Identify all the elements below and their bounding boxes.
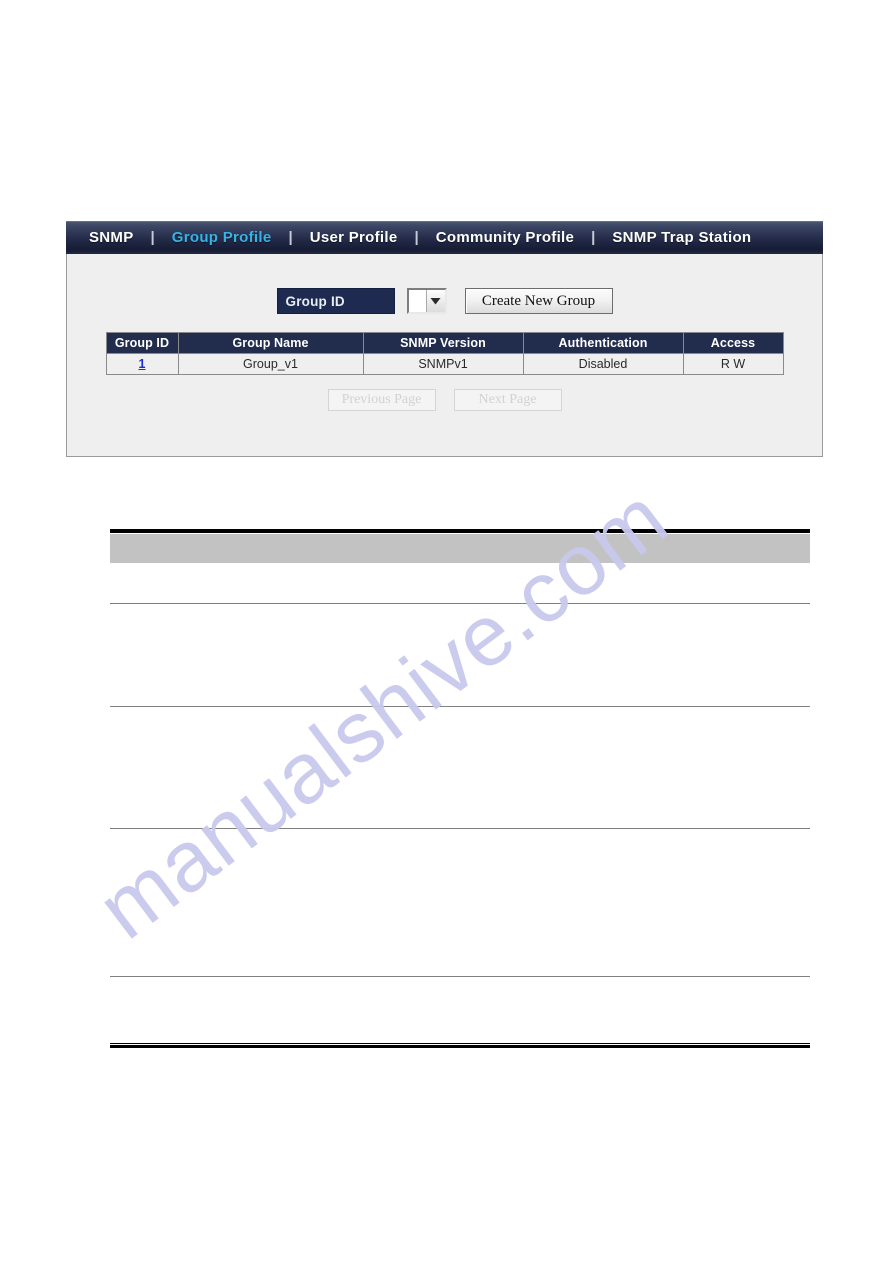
table-top-border xyxy=(110,529,810,533)
chevron-down-icon[interactable] xyxy=(425,290,445,312)
cell-group-name: Group_v1 xyxy=(177,353,364,375)
tab-separator: | xyxy=(414,229,419,246)
snmp-panel-body: Group ID Create New Group Group ID Group… xyxy=(66,254,823,457)
column-header-group-name: Group Name xyxy=(177,332,364,354)
column-header-authentication: Authentication xyxy=(522,332,684,354)
tab-user-profile[interactable]: User Profile xyxy=(297,229,411,246)
tab-community-profile[interactable]: Community Profile xyxy=(423,229,587,246)
group-id-link[interactable]: 1 xyxy=(139,357,146,371)
cell-snmp-version: SNMPv1 xyxy=(362,353,524,375)
tab-group-profile[interactable]: Group Profile xyxy=(159,229,285,246)
cell-group-id: 1 xyxy=(105,353,179,375)
table-bottom-border xyxy=(110,1043,810,1048)
tab-separator: | xyxy=(288,229,293,246)
group-id-select[interactable] xyxy=(406,288,447,314)
document-parameter-table xyxy=(110,529,810,1048)
pagination-controls: Previous Page Next Page xyxy=(67,389,822,411)
snmp-tab-bar: SNMP | Group Profile | User Profile | Co… xyxy=(66,221,823,254)
tab-snmp[interactable]: SNMP xyxy=(76,229,147,246)
group-profile-table: Group ID Group Name SNMP Version Authent… xyxy=(105,332,784,375)
table-row xyxy=(110,707,810,829)
column-header-access: Access xyxy=(682,332,784,354)
table-header-band xyxy=(110,534,810,563)
table-row xyxy=(110,563,810,604)
column-header-group-id: Group ID xyxy=(105,332,179,354)
tab-separator: | xyxy=(591,229,596,246)
group-id-label: Group ID xyxy=(276,288,395,314)
tab-separator: | xyxy=(150,229,155,246)
cell-authentication: Disabled xyxy=(522,353,684,375)
create-new-group-button[interactable]: Create New Group xyxy=(464,288,613,314)
snmp-group-profile-panel: SNMP | Group Profile | User Profile | Co… xyxy=(66,221,823,457)
tab-snmp-trap-station[interactable]: SNMP Trap Station xyxy=(599,229,764,246)
group-id-control-row: Group ID Create New Group xyxy=(67,254,822,314)
cell-access: R W xyxy=(682,353,784,375)
previous-page-button[interactable]: Previous Page xyxy=(327,389,436,411)
next-page-button[interactable]: Next Page xyxy=(453,389,562,411)
table-row xyxy=(110,829,810,977)
table-row xyxy=(110,977,810,1043)
table-header-row: Group ID Group Name SNMP Version Authent… xyxy=(105,332,784,354)
table-row: 1 Group_v1 SNMPv1 Disabled R W xyxy=(105,353,784,375)
table-row xyxy=(110,604,810,707)
column-header-snmp-version: SNMP Version xyxy=(362,332,524,354)
